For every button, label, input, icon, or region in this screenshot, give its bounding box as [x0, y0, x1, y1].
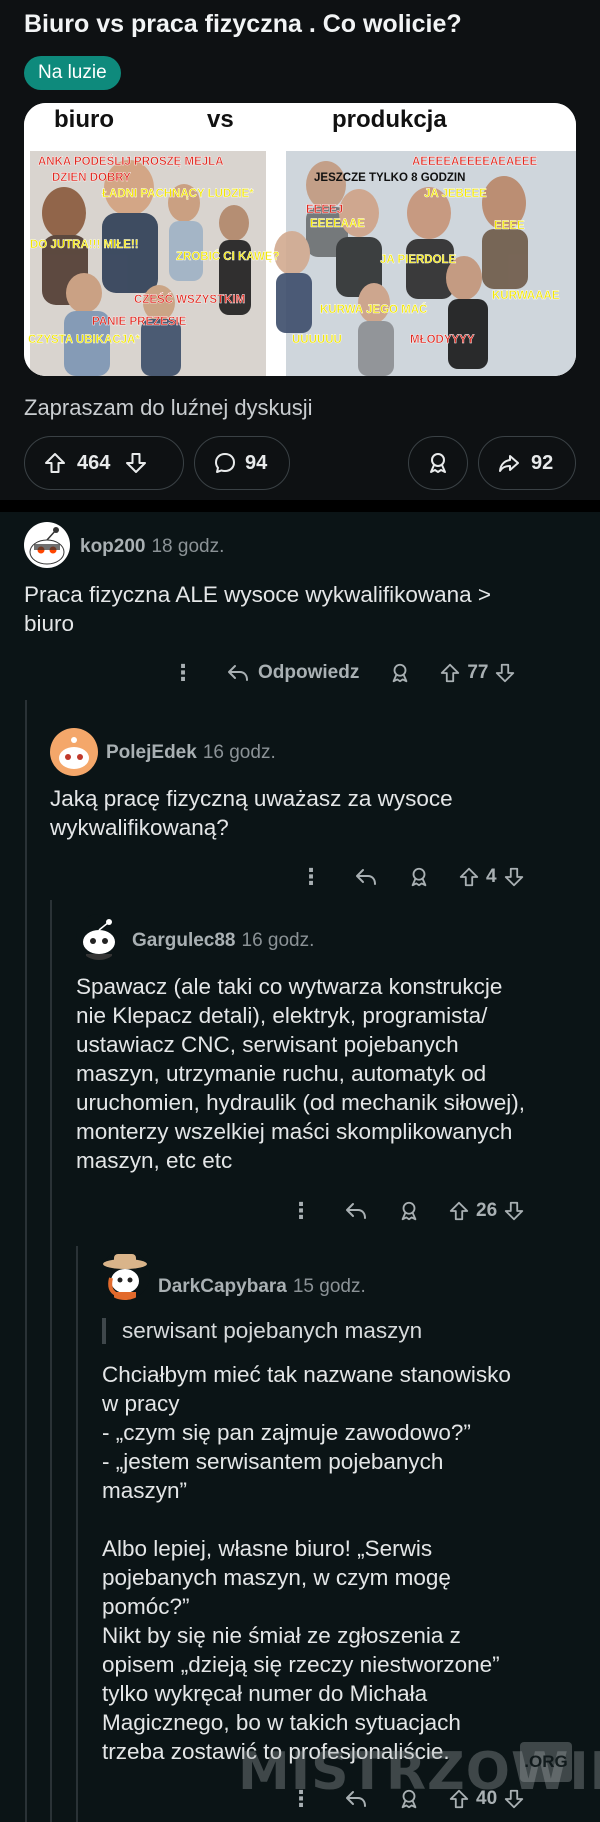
comment-icon [213, 451, 237, 475]
downvote-icon[interactable] [503, 1200, 525, 1222]
more-icon[interactable]: ⋮ [300, 864, 322, 890]
comment-time: 16 godz. [241, 930, 315, 951]
reply-button[interactable] [344, 1199, 368, 1223]
avatar[interactable] [50, 728, 98, 776]
meme-caption: KURWAAAE [492, 290, 560, 302]
divider [0, 500, 600, 512]
meme-caption: MŁODYYYY [410, 334, 475, 346]
comment-text: Praca fizyczna ALE wysoce wykwalifikowan… [24, 582, 492, 636]
comment-count: 94 [245, 451, 268, 474]
meme-caption: ŁADNI PACHNĄCY LUDZIE* [102, 188, 254, 200]
comment-text: Jaką pracę fizyczną uważasz za wysoce wy… [50, 786, 453, 840]
meme-caption: DZIEŃ DOBRY [52, 171, 131, 184]
meme-caption: PANIE PREZESIE [92, 316, 187, 328]
meme-header-left: biuro [54, 106, 114, 133]
share-button[interactable]: 92 [478, 436, 576, 490]
post-image[interactable]: biuro vs produkcja ANKA PODEŚLIJ PROSZĘ … [24, 103, 576, 376]
meme-header-right: produkcja [332, 106, 447, 133]
more-icon[interactable]: ⋮ [172, 660, 194, 686]
comment-actions: ⋮ Odpowiedz 77 [172, 658, 516, 688]
post-body: Zapraszam do luźnej dyskusji [24, 395, 313, 420]
meme-caption: JA JEBEEE [424, 188, 487, 200]
comment-author[interactable]: Gargulec88 16 godz. [132, 930, 314, 952]
upvote-icon[interactable] [43, 451, 67, 475]
meme-caption: EEEE [494, 220, 525, 232]
more-icon[interactable]: ⋮ [290, 1198, 312, 1224]
comment-time: 16 godz. [202, 742, 276, 763]
reply-icon [228, 665, 248, 681]
upvote-count: 464 [77, 451, 111, 474]
meme-caption: KURWA JEGO MAĆ [320, 303, 427, 316]
meme-header-mid: vs [207, 106, 234, 133]
comment-author[interactable]: kop200 18 godz. [80, 536, 224, 558]
meme-image: biuro vs produkcja ANKA PODEŚLIJ PROSZĘ … [24, 103, 576, 376]
reply-icon [346, 1203, 366, 1219]
meme-caption: AEEEEAEEEEAEAEEE [412, 156, 538, 168]
post-flair[interactable]: Na luzie [24, 56, 121, 90]
award-icon[interactable] [398, 1200, 420, 1222]
share-count: 92 [531, 451, 554, 474]
comment-time: 15 godz. [292, 1276, 366, 1297]
comment-author[interactable]: DarkCapybara 15 godz. [158, 1276, 366, 1298]
post-title[interactable]: Biuro vs praca fizyczna . Co wolicie? [24, 10, 462, 39]
downvote-icon[interactable] [503, 866, 525, 888]
comments-button[interactable]: 94 [194, 436, 290, 490]
award-icon[interactable] [408, 866, 430, 888]
award-icon[interactable] [389, 662, 411, 684]
comment-actions: ⋮ 4 [300, 862, 525, 892]
vote-bar: 464 [24, 436, 184, 490]
meme-caption: ZROBIĆ CI KAWĘ? [176, 250, 280, 263]
meme-caption: CZYSTA UBIKACJA* [28, 334, 140, 346]
comment-text: Spawacz (ale taki co wytwarza konstrukcj… [76, 974, 525, 1173]
comment-score: 77 [467, 662, 489, 683]
meme-caption: ANKA PODEŚLIJ PROSZĘ MEJLA [38, 155, 224, 168]
meme-caption: JA PIERDOLE [380, 254, 457, 266]
comment-actions: ⋮ 26 [290, 1196, 525, 1226]
post-card: Biuro vs praca fizyczna . Co wolicie? Na… [0, 0, 600, 500]
meme-caption: EEEEJ [306, 204, 343, 216]
award-button[interactable] [408, 436, 468, 490]
avatar[interactable] [24, 522, 70, 568]
comment-score: 26 [476, 1200, 498, 1221]
upvote-icon[interactable] [448, 1200, 470, 1222]
upvote-icon[interactable] [439, 662, 461, 684]
thread-line [25, 700, 27, 1822]
award-icon [426, 451, 450, 475]
comment-text: Chciałbym mieć tak nazwane stanowisko w … [102, 1362, 511, 1764]
upvote-icon[interactable] [458, 866, 480, 888]
comment-quote: serwisant pojebanych maszyn [102, 1318, 422, 1344]
meme-caption: DO JUTRA!!! MIŁE!! [30, 239, 139, 251]
downvote-icon[interactable] [124, 451, 148, 475]
reply-icon [356, 869, 376, 885]
thread-line [50, 900, 52, 1822]
reply-button[interactable] [354, 865, 378, 889]
comment-time: 18 godz. [151, 536, 225, 557]
comment-score: 4 [486, 866, 497, 887]
meme-caption: CZEŚĆ WSZYSTKIM [134, 293, 245, 306]
downvote-icon[interactable] [494, 662, 516, 684]
share-icon [497, 451, 521, 475]
meme-caption: UUUUUU [292, 334, 342, 346]
reply-button[interactable]: Odpowiedz [226, 661, 359, 685]
meme-caption: JESZCZE TYLKO 8 GODZIN [314, 172, 465, 184]
meme-caption: EEEEAAE [310, 218, 365, 230]
avatar[interactable] [76, 914, 122, 960]
watermark-suffix: .ORG [520, 1742, 572, 1782]
comment-author[interactable]: PolejEdek 16 godz. [106, 742, 276, 764]
thread-line [76, 1246, 78, 1822]
avatar[interactable] [100, 1250, 150, 1300]
